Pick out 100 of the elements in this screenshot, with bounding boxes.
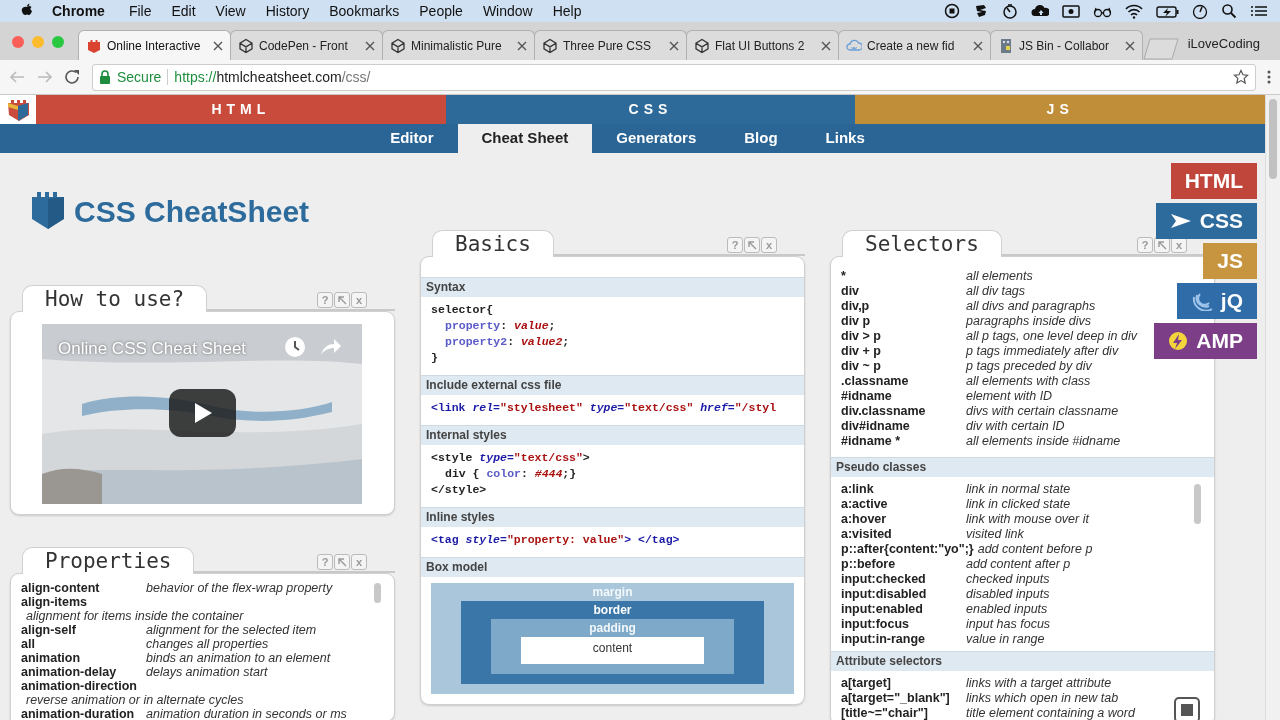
property-description: all elements — [966, 269, 1033, 284]
property-name: #idname * — [841, 434, 902, 449]
property-description: divs with certain classname — [966, 404, 1119, 419]
property-name: [title~="chair"] — [841, 706, 929, 720]
bolt-icon — [1168, 331, 1189, 351]
property-name: align-content — [21, 581, 101, 595]
section-heading: Inline styles — [421, 507, 804, 527]
side-button[interactable]: HTML — [1170, 163, 1257, 199]
square-button[interactable] — [1174, 697, 1200, 720]
side-button[interactable]: CSS — [1155, 203, 1257, 239]
more-icon[interactable] — [1266, 69, 1272, 85]
code-line: </style> — [431, 482, 488, 498]
nav-link[interactable]: Blog — [720, 124, 802, 153]
wifi-icon[interactable] — [1125, 3, 1143, 19]
section-heading: Attribute selectors — [831, 651, 1214, 671]
stop-icon[interactable] — [944, 3, 960, 19]
code-line: <style type="text/css"> — [431, 450, 591, 466]
nav-link[interactable]: Links — [801, 124, 889, 153]
property-description: alignment for items inside the container — [25, 609, 245, 623]
close-icon[interactable] — [213, 40, 223, 51]
code-line: property2: value2; — [444, 334, 571, 350]
record-icon[interactable] — [1062, 3, 1080, 19]
property-name: div + p — [841, 344, 882, 359]
property-description: reverse animation or in alternate cycles — [25, 693, 245, 707]
menu-item[interactable]: History — [255, 0, 320, 22]
cube-icon — [694, 37, 710, 54]
close-icon[interactable] — [365, 40, 375, 51]
play-icon[interactable] — [192, 402, 213, 424]
panel-title: How to use? — [22, 285, 208, 312]
menu-item[interactable]: Bookmarks — [319, 0, 410, 22]
profile-name[interactable]: iLoveCoding — [1187, 28, 1280, 54]
app-menu[interactable]: Chrome — [34, 0, 119, 22]
menu-item[interactable]: Help — [542, 0, 592, 22]
scrollbar-thumb[interactable] — [1194, 484, 1201, 524]
property-description: links which open in new tab — [966, 691, 1119, 706]
property-name: animation — [21, 651, 82, 665]
browser-tab[interactable]: Flat UI Buttons 2 — [686, 30, 839, 60]
close-icon[interactable] — [517, 40, 527, 51]
section-link[interactable]: HTML — [36, 95, 446, 124]
side-button[interactable]: AMP — [1154, 323, 1257, 359]
property-description: visited link — [966, 527, 1024, 542]
site-logo-title: CSS CheatSheet — [74, 194, 310, 230]
property-name: animation-direction — [21, 679, 138, 693]
section-heading: Pseudo classes — [831, 457, 1214, 477]
property-name: a:hover — [841, 512, 888, 527]
section-heading: Syntax — [421, 277, 804, 297]
side-button[interactable]: jQ — [1176, 283, 1257, 319]
gauge-icon[interactable] — [1192, 3, 1208, 19]
address-bar[interactable]: Secure https://htmlcheatsheet.com/css/ — [92, 63, 1256, 91]
menu-item[interactable]: People — [409, 0, 473, 22]
property-name: a:active — [841, 497, 889, 512]
scrollbar-thumb[interactable] — [1269, 99, 1277, 179]
scrollbar-thumb[interactable] — [374, 583, 381, 603]
box-label: margin — [591, 584, 634, 601]
property-description: all div tags — [966, 284, 1026, 299]
menu-item[interactable]: Window — [472, 0, 543, 22]
close-icon[interactable] — [973, 40, 983, 51]
swirl-icon — [1190, 291, 1213, 311]
search-icon[interactable] — [1221, 3, 1237, 19]
property-name: input:checked — [841, 572, 927, 587]
close-icon[interactable] — [821, 40, 831, 51]
nav-link[interactable]: Cheat Sheet — [457, 124, 593, 153]
property-description: changes all properties — [146, 637, 269, 651]
section-heading: Include external css file — [421, 375, 804, 395]
list-icon[interactable] — [1250, 3, 1268, 19]
browser-tab[interactable]: Three Pure CSS — [534, 30, 687, 60]
property-name: #idname — [841, 389, 893, 404]
close-icon[interactable] — [1125, 40, 1135, 51]
property-description: enabled inputs — [966, 602, 1048, 617]
close-icon[interactable] — [669, 40, 679, 51]
reload-icon[interactable] — [64, 69, 82, 85]
property-name: input:focus — [841, 617, 911, 632]
menu-item[interactable]: File — [118, 0, 162, 22]
property-description: p tags preceded by div — [966, 359, 1092, 374]
property-name: animation-delay — [21, 665, 118, 679]
cube-icon — [390, 37, 406, 54]
code-line: <link rel="stylesheet" type="text/css" href="/styl — [431, 400, 778, 416]
menu-item[interactable]: Edit — [161, 0, 206, 22]
property-name: align-self — [21, 623, 77, 637]
property-description: checked inputs — [966, 572, 1050, 587]
cloud-upload-icon[interactable] — [1031, 3, 1049, 19]
browser-tab[interactable]: Create a new fid — [838, 30, 991, 60]
menu-item[interactable]: View — [205, 0, 256, 22]
code-line: } — [431, 350, 439, 366]
browser-tab[interactable]: CodePen - Front — [230, 30, 383, 60]
property-name: div ~ p — [841, 359, 882, 374]
timer-icon[interactable] — [1002, 3, 1018, 19]
clock-icon[interactable] — [284, 336, 306, 358]
browser-tab[interactable]: Minimalistic Pure — [382, 30, 535, 60]
nav-link[interactable]: Generators — [592, 124, 721, 153]
battery-icon[interactable] — [1156, 3, 1179, 19]
browser-tab[interactable]: Online Interactive — [78, 30, 231, 60]
property-description: p tags immediately after div — [966, 344, 1119, 359]
nav-link[interactable]: Editor — [366, 124, 458, 153]
play-button[interactable] — [169, 389, 236, 437]
property-name: a:visited — [841, 527, 893, 542]
box-label: padding — [588, 620, 637, 637]
star-icon[interactable] — [1233, 69, 1249, 85]
section-link[interactable]: CSS — [445, 95, 856, 124]
property-description: value in range — [966, 632, 1045, 647]
